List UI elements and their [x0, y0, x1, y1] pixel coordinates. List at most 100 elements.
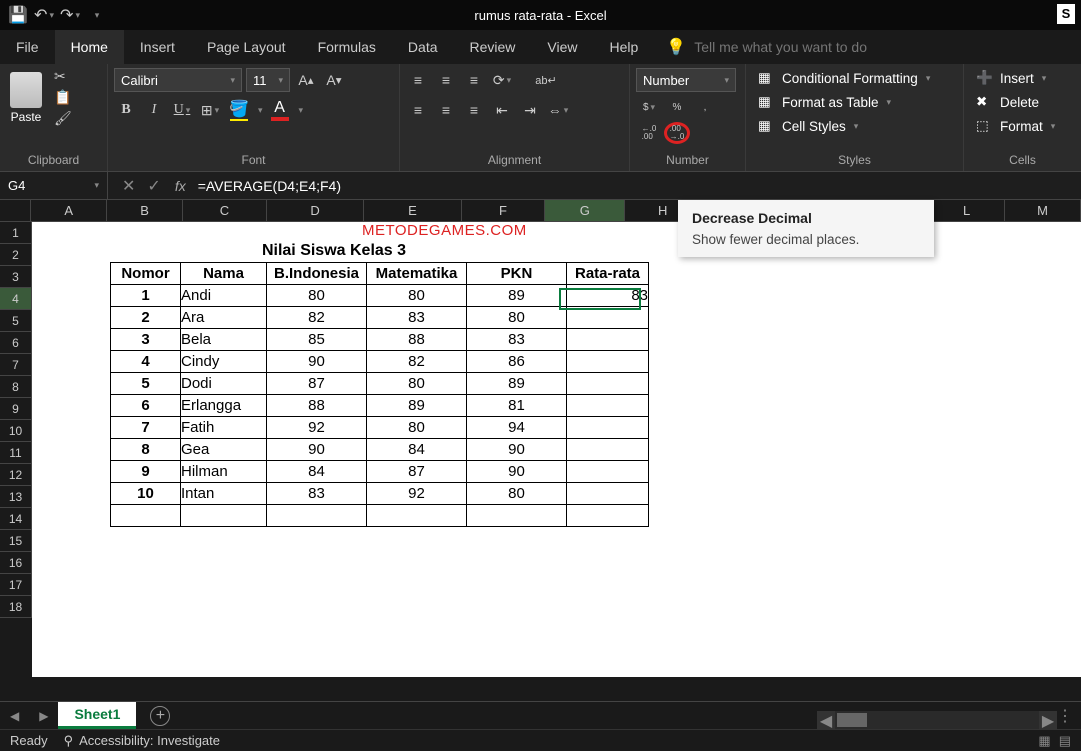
tab-help[interactable]: Help [594, 30, 655, 64]
sheet-nav-next-icon[interactable]: ▶ [29, 709, 58, 723]
tab-split-icon[interactable]: ⋮ [1057, 706, 1073, 726]
row-header-2[interactable]: 2 [0, 244, 32, 266]
scroll-right-icon[interactable]: ▶ [1039, 711, 1057, 729]
tab-file[interactable]: File [0, 30, 55, 64]
font-name-combo[interactable]: Calibri▾ [114, 68, 242, 92]
tell-me-input[interactable] [694, 39, 954, 55]
row-header-18[interactable]: 18 [0, 596, 32, 618]
row-header-8[interactable]: 8 [0, 376, 32, 398]
col-header-M[interactable]: M [1005, 200, 1081, 221]
italic-button[interactable]: I [142, 98, 166, 122]
select-all-corner[interactable] [0, 200, 31, 221]
tab-insert[interactable]: Insert [124, 30, 191, 64]
cut-icon[interactable]: ✂ [54, 68, 72, 85]
col-header-L[interactable]: L [929, 200, 1005, 221]
row-header-11[interactable]: 11 [0, 442, 32, 464]
row-header-5[interactable]: 5 [0, 310, 32, 332]
bold-button[interactable]: B [114, 98, 138, 122]
align-top-icon[interactable]: ≡ [406, 68, 430, 92]
row-headers[interactable]: 123456789101112131415161718 [0, 222, 32, 618]
row-header-10[interactable]: 10 [0, 420, 32, 442]
percent-icon[interactable]: % [664, 96, 690, 118]
decrease-decimal-icon[interactable]: .00→.0 [664, 122, 690, 144]
increase-decimal-icon[interactable]: ←.0.00 [636, 122, 662, 144]
fx-icon[interactable]: fx [175, 178, 186, 194]
format-painter-icon[interactable]: 🖌 [54, 110, 72, 127]
tab-home[interactable]: Home [55, 30, 124, 64]
col-header-B[interactable]: B [107, 200, 183, 221]
row-header-14[interactable]: 14 [0, 508, 32, 530]
row-header-1[interactable]: 1 [0, 222, 32, 244]
align-center-icon[interactable]: ≡ [434, 98, 458, 122]
align-middle-icon[interactable]: ≡ [434, 68, 458, 92]
format-cells-button[interactable]: ⬚Format▾ [970, 116, 1061, 136]
borders-button[interactable]: ⊞▾ [198, 98, 222, 122]
conditional-formatting-button[interactable]: ▦Conditional Formatting▾ [752, 68, 936, 88]
accessibility-status[interactable]: ⚲Accessibility: Investigate [64, 733, 220, 749]
col-header-C[interactable]: C [183, 200, 267, 221]
tab-formulas[interactable]: Formulas [302, 30, 392, 64]
cell-styles-button[interactable]: ▦Cell Styles▾ [752, 116, 936, 136]
font-color-button[interactable]: A [267, 99, 293, 121]
qat-customize-icon[interactable]: ▾ [86, 5, 106, 25]
tab-view[interactable]: View [531, 30, 593, 64]
enter-formula-icon[interactable]: ✓ [147, 176, 160, 196]
number-format-combo[interactable]: Number▾ [636, 68, 736, 92]
accounting-format-icon[interactable]: $▾ [636, 96, 662, 118]
copy-icon[interactable]: 📋 [54, 89, 72, 106]
row-header-6[interactable]: 6 [0, 332, 32, 354]
orientation-icon[interactable]: ⟳▾ [490, 68, 514, 92]
merge-center-icon[interactable]: ⇔▾ [546, 98, 570, 122]
decrease-font-icon[interactable]: A▾ [322, 68, 346, 92]
row-header-13[interactable]: 13 [0, 486, 32, 508]
tab-data[interactable]: Data [392, 30, 454, 64]
underline-button[interactable]: U▾ [170, 98, 194, 122]
formula-input[interactable] [198, 178, 1081, 194]
scroll-left-icon[interactable]: ◀ [817, 711, 835, 729]
tab-page-layout[interactable]: Page Layout [191, 30, 302, 64]
name-box[interactable]: G4▾ [0, 172, 108, 199]
row-header-3[interactable]: 3 [0, 266, 32, 288]
col-header-A[interactable]: A [31, 200, 107, 221]
redo-icon[interactable]: ↷▾ [60, 5, 80, 25]
col-header-D[interactable]: D [267, 200, 364, 221]
sheet-tab-active[interactable]: Sheet1 [58, 702, 136, 729]
col-header-E[interactable]: E [364, 200, 461, 221]
row-header-7[interactable]: 7 [0, 354, 32, 376]
font-size-combo[interactable]: 11▾ [246, 68, 290, 92]
ribbon-tabs: File Home Insert Page Layout Formulas Da… [0, 30, 1081, 64]
increase-font-icon[interactable]: A▴ [294, 68, 318, 92]
table-icon: ▦ [758, 94, 776, 110]
comma-style-icon[interactable]: , [692, 96, 718, 118]
page-layout-view-icon[interactable]: ▤ [1059, 733, 1071, 749]
paste-button[interactable]: Paste [6, 68, 46, 128]
undo-icon[interactable]: ↶▾ [34, 5, 54, 25]
tab-review[interactable]: Review [454, 30, 532, 64]
add-sheet-button[interactable]: + [150, 706, 170, 726]
row-header-4[interactable]: 4 [0, 288, 32, 310]
normal-view-icon[interactable]: ▦ [1038, 733, 1050, 749]
col-header-F[interactable]: F [462, 200, 546, 221]
share-button[interactable]: S [1057, 4, 1075, 24]
align-bottom-icon[interactable]: ≡ [462, 68, 486, 92]
row-header-12[interactable]: 12 [0, 464, 32, 486]
row-header-16[interactable]: 16 [0, 552, 32, 574]
align-left-icon[interactable]: ≡ [406, 98, 430, 122]
align-right-icon[interactable]: ≡ [462, 98, 486, 122]
delete-cells-button[interactable]: ✖Delete [970, 92, 1061, 112]
wrap-text-icon[interactable]: ab↵ [534, 68, 558, 92]
fill-color-button[interactable]: 🪣 [226, 99, 252, 121]
row-header-17[interactable]: 17 [0, 574, 32, 596]
row-header-9[interactable]: 9 [0, 398, 32, 420]
horizontal-scrollbar[interactable]: ◀ ▶ [817, 711, 1057, 729]
increase-indent-icon[interactable]: ⇥ [518, 98, 542, 122]
cells-grid[interactable]: METODEGAMES.COM Nilai Siswa Kelas 3 Nomo… [32, 222, 1081, 677]
cancel-formula-icon[interactable]: ✕ [122, 176, 135, 196]
sheet-nav-prev-icon[interactable]: ◀ [0, 709, 29, 723]
decrease-indent-icon[interactable]: ⇤ [490, 98, 514, 122]
save-icon[interactable]: 💾 [8, 5, 28, 25]
col-header-G[interactable]: G [545, 200, 625, 221]
insert-cells-button[interactable]: ➕Insert▾ [970, 68, 1061, 88]
format-as-table-button[interactable]: ▦Format as Table▾ [752, 92, 936, 112]
row-header-15[interactable]: 15 [0, 530, 32, 552]
